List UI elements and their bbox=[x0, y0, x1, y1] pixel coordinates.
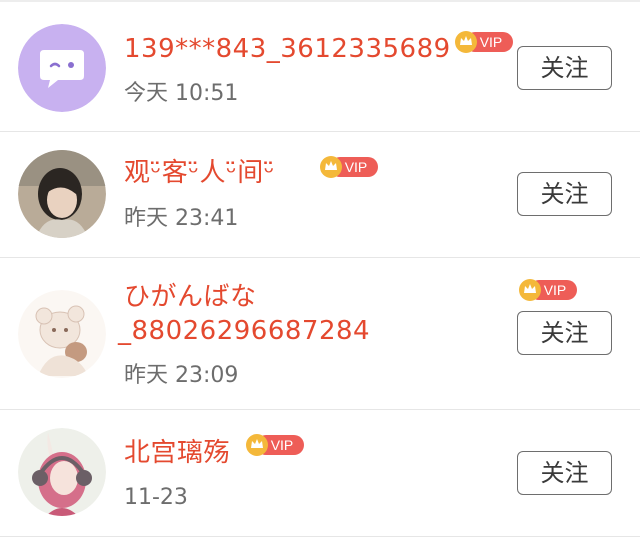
photo-avatar-icon bbox=[18, 150, 106, 238]
vip-badge: VIP bbox=[519, 279, 577, 301]
vip-label: VIP bbox=[544, 282, 567, 298]
user-avatar[interactable] bbox=[18, 290, 106, 378]
chat-bubble-smiley-icon bbox=[18, 24, 106, 112]
illustration-avatar-icon bbox=[18, 290, 106, 378]
vip-label: VIP bbox=[345, 159, 368, 175]
user-avatar[interactable] bbox=[18, 24, 106, 112]
vip-badge: VIP bbox=[246, 434, 304, 456]
row-divider bbox=[0, 257, 640, 258]
user-name-line2[interactable]: _88026296687284 bbox=[118, 314, 370, 348]
user-name[interactable]: 观ᵕ̈客ᵕ̈人ᵕ̈间ᵕ̈ bbox=[124, 156, 275, 190]
user-time: 昨天 23:09 bbox=[124, 363, 239, 388]
vip-label: VIP bbox=[480, 34, 503, 50]
follow-button[interactable]: 关注 bbox=[517, 311, 612, 355]
user-name[interactable]: 139***843_3612335689 bbox=[124, 32, 451, 66]
user-time: 昨天 23:41 bbox=[124, 206, 239, 231]
user-avatar[interactable] bbox=[18, 150, 106, 238]
user-name[interactable]: 北宫璃殇 bbox=[124, 436, 230, 470]
user-time: 11-23 bbox=[124, 485, 188, 510]
vip-label: VIP bbox=[271, 437, 294, 453]
user-name-line1[interactable]: ひがんばな bbox=[124, 280, 257, 314]
top-divider bbox=[0, 0, 640, 2]
follow-button[interactable]: 关注 bbox=[517, 172, 612, 216]
row-divider bbox=[0, 409, 640, 410]
vip-badge: VIP bbox=[320, 156, 378, 178]
row-divider bbox=[0, 536, 640, 537]
follow-button[interactable]: 关注 bbox=[517, 451, 612, 495]
anime-avatar-icon bbox=[18, 428, 106, 516]
user-time: 今天 10:51 bbox=[124, 81, 239, 106]
row-divider bbox=[0, 131, 640, 132]
follow-button[interactable]: 关注 bbox=[517, 46, 612, 90]
vip-badge: VIP bbox=[455, 31, 513, 53]
user-avatar[interactable] bbox=[18, 428, 106, 516]
